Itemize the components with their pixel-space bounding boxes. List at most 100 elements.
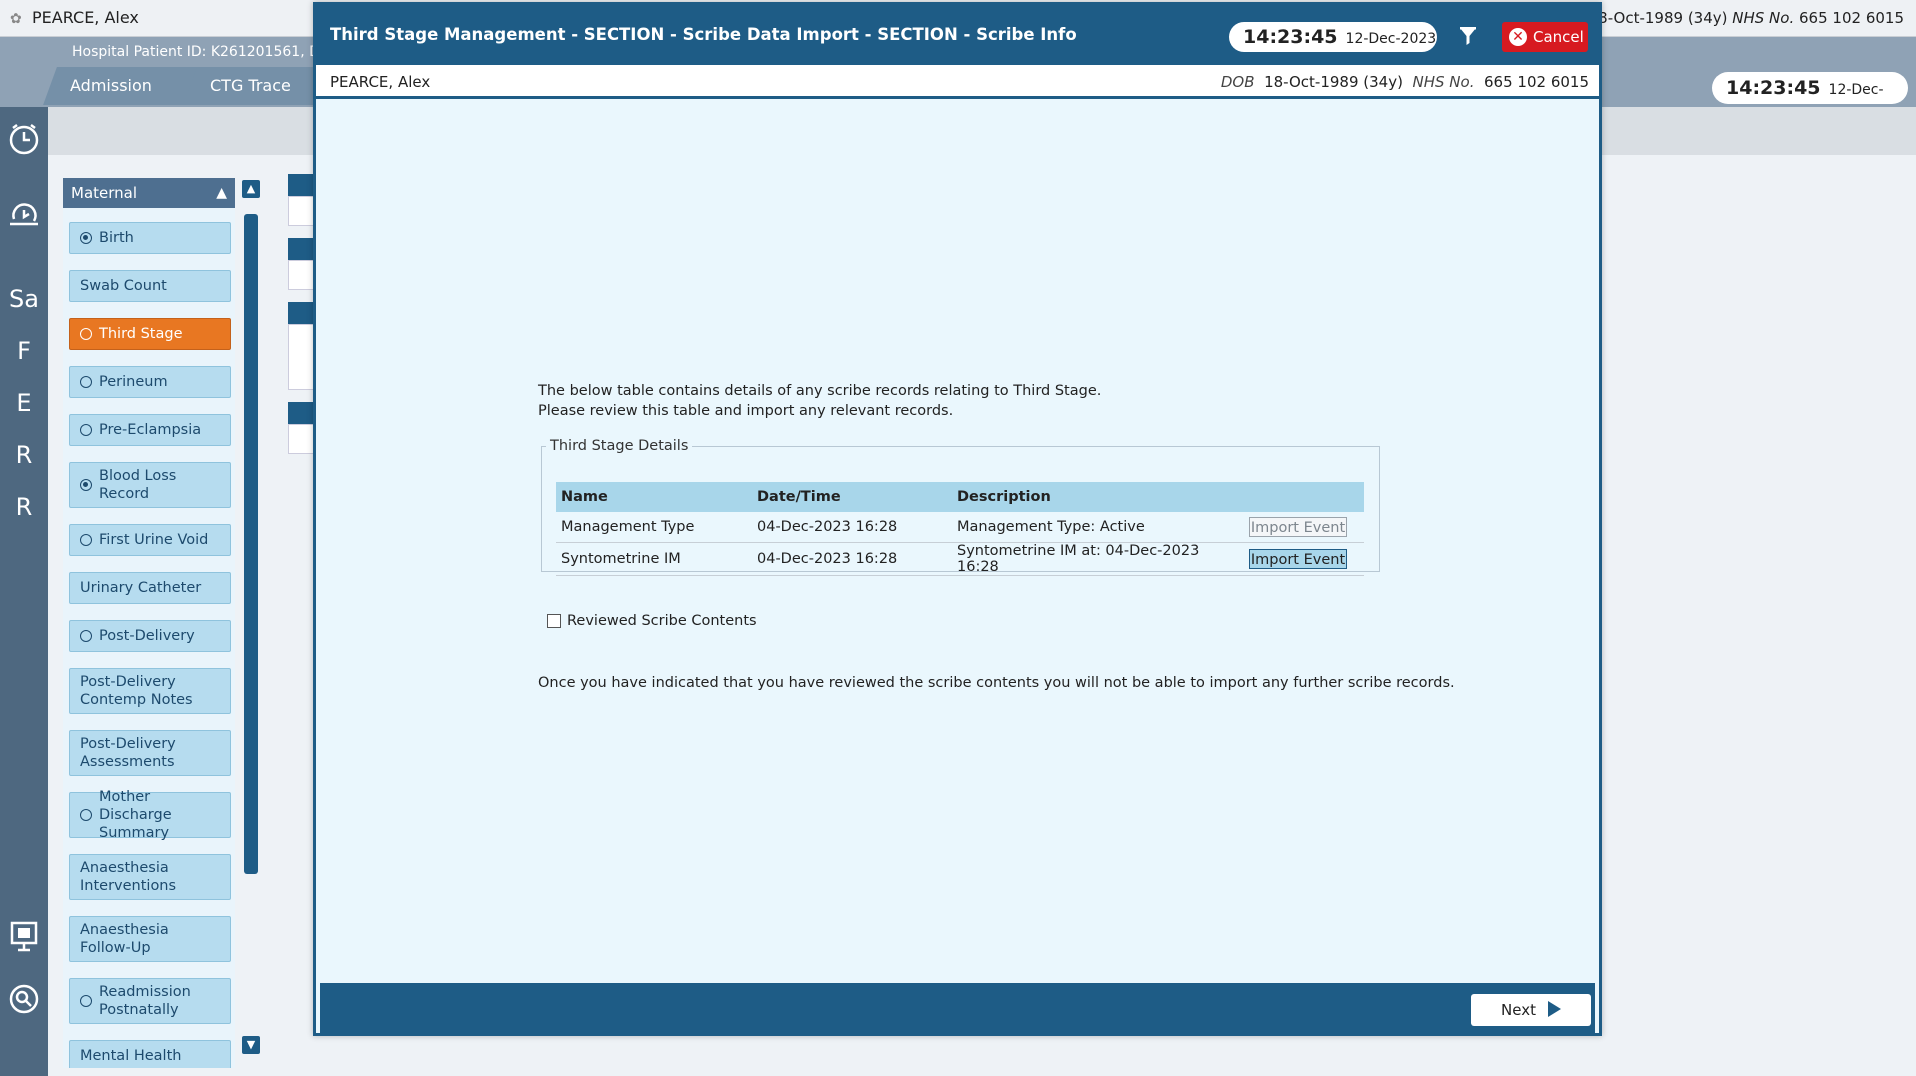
radio-icon [80,328,92,340]
radio-icon [80,534,92,546]
sidebar-item-post-delivery[interactable]: Post-Delivery [69,620,231,652]
sidebar-item-readmission-postnatally[interactable]: Readmission Postnatally [69,978,231,1024]
sidebar-item-label: Perineum [99,374,168,390]
column-header-description: Description [952,482,1244,512]
dialog-footer: Next [320,983,1595,1033]
sidebar-item-mental-health[interactable]: Mental Health [69,1040,231,1068]
sidebar-item-pre-eclampsia[interactable]: Pre-Eclampsia [69,414,231,446]
filter-icon[interactable] [1457,25,1479,47]
sidebar-item-anaesthesia-follow-up[interactable]: Anaesthesia Follow-Up [69,916,231,962]
reviewed-checkbox[interactable] [547,614,561,628]
sidebar-item-mother-discharge-summary[interactable]: Mother Discharge Summary [69,789,231,841]
sidebar-item-birth[interactable]: Birth [69,222,231,254]
panel-body [288,196,314,226]
rail-shortcut-e[interactable]: E [6,385,42,421]
radio-icon [80,232,92,244]
third-stage-details-group: Third Stage Details Name Date/Time Descr… [541,438,1380,576]
play-arrow-icon [1547,1001,1561,1017]
chevron-up-icon: ▲ [216,185,227,201]
sidebar-item-label: Readmission Postnatally [99,984,191,1018]
column-header-name: Name [556,482,752,512]
sidebar-scrollbar[interactable]: ▲ ▼ [242,178,260,1058]
intro-text: The below table contains details of any … [538,381,1101,421]
close-icon: ✕ [1509,28,1527,46]
sidebar-item-perineum[interactable]: Perineum [69,366,231,398]
patient-name-text: PEARCE, Alex [32,8,139,27]
sidebar-item-label: Blood Loss Record [99,468,177,502]
dialog-patient-info: DOB 18-Oct-1989 (34y) NHS No. 665 102 60… [1221,73,1589,91]
intro-line-1: The below table contains details of any … [538,383,1102,399]
sidebar-item-label: Swab Count [80,278,167,294]
intro-line-2: Please review this table and import any … [538,403,954,419]
column-header-action [1244,482,1364,512]
cancel-button-label: Cancel [1533,28,1584,46]
radio-icon [80,809,92,821]
panel-header [288,402,314,424]
dob-value: 18-Oct-1989 (34y) [1264,73,1403,91]
panel-body [288,260,314,290]
panel-header [288,302,314,324]
left-rail: Sa F E R R [0,107,48,1076]
dob-label: DOB [1220,73,1255,91]
scribe-records-table: Name Date/Time Description Management Ty… [556,482,1364,576]
history-icon[interactable] [6,197,42,233]
sidebar-item-first-urine-void[interactable]: First Urine Void [69,524,231,556]
app-clock-time: 14:23:45 [1726,77,1821,99]
sidebar-item-label: Urinary Catheter [80,580,202,596]
dob-value: 18-Oct-1989 (34y) [1588,9,1728,27]
dialog-patient-banner: PEARCE, Alex DOB 18-Oct-1989 (34y) NHS N… [316,65,1599,99]
sidebar-item-post-delivery-contemp-notes[interactable]: Post-Delivery Contemp Notes [69,668,231,714]
import-event-button[interactable]: Import Event [1249,549,1347,569]
reviewed-scribe-contents-option[interactable]: Reviewed Scribe Contents [547,613,757,629]
radio-icon [80,424,92,436]
scroll-down-icon[interactable]: ▼ [242,1036,260,1054]
dialog-header: Third Stage Management - SECTION - Scrib… [316,5,1599,65]
clock-icon[interactable] [6,121,42,157]
tab-ctg-trace-label: CTG Trace [210,76,291,95]
panel-body [288,324,314,390]
scroll-up-icon[interactable]: ▲ [242,180,260,198]
reviewed-checkbox-label: Reviewed Scribe Contents [567,613,757,629]
section-sidebar: Maternal ▲ Birth Swab Count Third Stage P… [63,178,235,1068]
sidebar-item-post-delivery-assessments[interactable]: Post-Delivery Assessments [69,730,231,776]
search-icon[interactable] [6,981,42,1017]
cell-datetime: 04-Dec-2023 16:28 [752,542,952,576]
cell-datetime: 04-Dec-2023 16:28 [752,512,952,543]
sidebar-item-swab-count[interactable]: Swab Count [69,270,231,302]
table-row: Management Type 04-Dec-2023 16:28 Manage… [556,512,1364,543]
sidebar-item-label: Anaesthesia Follow-Up [80,922,169,956]
column-header-datetime: Date/Time [752,482,952,512]
scrollbar-thumb[interactable] [244,214,258,874]
radio-icon [80,630,92,642]
group-legend: Third Stage Details [550,438,689,454]
rail-shortcut-r2[interactable]: R [6,489,42,525]
radio-icon [80,376,92,388]
import-event-button-disabled: Import Event [1249,517,1347,537]
sidebar-item-label: Mental Health [80,1048,182,1064]
rail-shortcut-sa[interactable]: Sa [6,281,42,317]
sidebar-item-label: Third Stage [99,326,183,342]
nhs-value: 665 102 6015 [1799,9,1904,27]
cell-description: Syntometrine IM at: 04-Dec-2023 16:28 [952,542,1244,576]
app-logo-icon: ✿ [10,11,22,27]
sidebar-header-maternal[interactable]: Maternal ▲ [63,178,235,208]
table-header-row: Name Date/Time Description [556,482,1364,512]
app-clock: 14:23:4512-Dec-2023 [1712,72,1908,130]
rail-shortcut-f[interactable]: F [6,333,42,369]
notice-text: Once you have indicated that you have re… [538,675,1455,691]
sidebar-item-anaesthesia-interventions[interactable]: Anaesthesia Interventions [69,854,231,900]
patient-name: ✿ PEARCE, Alex [10,8,139,27]
dialog-title: Third Stage Management - SECTION - Scrib… [330,25,1077,44]
rail-shortcut-r1[interactable]: R [6,437,42,473]
cancel-button[interactable]: ✕ Cancel [1502,22,1588,52]
nhs-label: NHS No. [1412,73,1475,91]
sidebar-item-label: Post-Delivery [99,628,195,644]
sidebar-item-label: Anaesthesia Interventions [80,860,177,894]
cell-name: Management Type [556,512,752,543]
sidebar-item-blood-loss-record[interactable]: Blood Loss Record [69,462,231,508]
presentation-icon[interactable] [6,919,42,955]
sidebar-item-urinary-catheter[interactable]: Urinary Catheter [69,572,231,604]
next-button[interactable]: Next [1471,994,1591,1026]
sidebar-item-third-stage[interactable]: Third Stage [69,318,231,350]
sidebar-header-label: Maternal [71,184,138,202]
